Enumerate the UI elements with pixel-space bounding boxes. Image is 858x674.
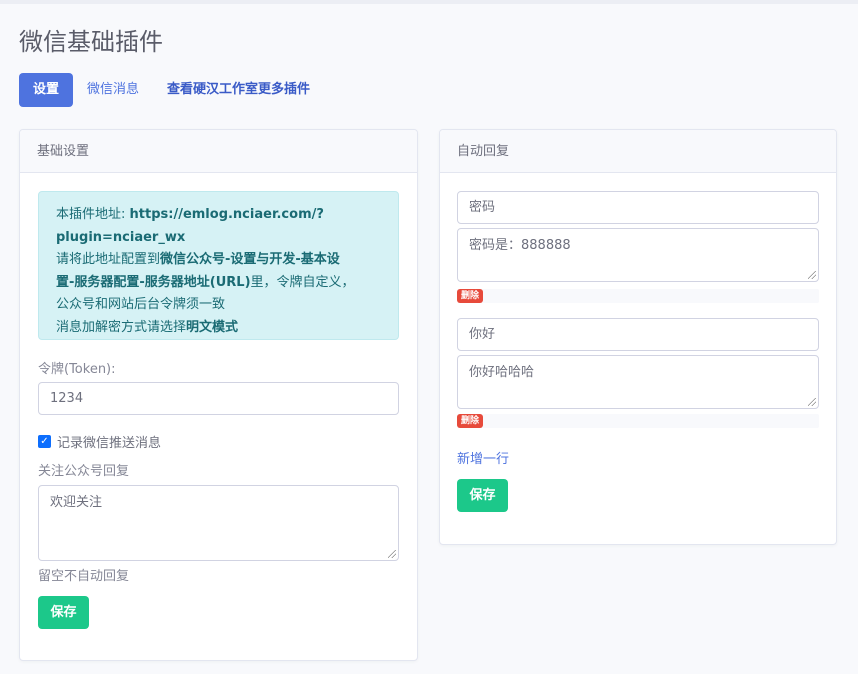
resize-grip-icon[interactable] [808,271,816,279]
alert-line-1: 本插件地址: https://emlog.nciaer.com/? [56,207,324,222]
resize-grip-icon[interactable] [388,550,396,558]
delete-row-button[interactable]: 删除 [457,289,484,303]
token-label: 令牌(Token): [38,362,116,377]
plugin-info-alert: 本插件地址: https://emlog.nciaer.com/? plugin… [38,191,399,340]
auto-reply-header: 自动回复 [440,130,836,173]
alert-line-3: 请将此地址配置到微信公众号-设置与开发-基本设 [56,252,340,267]
reply-textarea[interactable]: 你好哈哈哈 [457,355,819,409]
tab-wechat-messages[interactable]: 微信消息 [73,73,153,107]
delete-row-button[interactable]: 删除 [457,414,484,428]
add-row-link[interactable]: 新增一行 [457,448,509,467]
reply-textarea[interactable]: 密码是：888888 [457,228,819,282]
tab-bar: 设置 微信消息 查看硬汉工作室更多插件 [19,73,324,107]
tab-settings[interactable]: 设置 [19,73,74,107]
token-input[interactable]: 1234 [38,382,399,415]
page-title: 微信基础插件 [19,28,163,56]
keyword-input[interactable]: 你好 [457,318,819,351]
alert-line-2: plugin=nciaer_wx [56,229,186,245]
plugin-url: https://emlog.nciaer.com/? [129,207,324,222]
resize-grip-icon[interactable] [808,398,816,406]
follow-reply-label: 关注公众号回复 [38,464,130,479]
alert-line-6: 消息加解密方式请选择明文模式 [56,319,239,335]
auto-save-button[interactable]: 保存 [457,479,508,512]
keyword-input[interactable]: 密码 [457,191,819,224]
record-messages-checkbox[interactable]: ✓ [38,435,51,448]
follow-reply-help: 留空不自动回复 [38,569,130,584]
alert-line-5: 公众号和网站后台令牌须一致 [56,297,226,312]
auto-reply-card: 自动回复 密码 密码是：888888 删除 你好 你好哈哈哈 删除 新增一行 保… [439,129,837,545]
record-messages-row[interactable]: ✓ 记录微信推送消息 [38,432,161,451]
basic-settings-card: 基础设置 本插件地址: https://emlog.nciaer.com/? p… [19,129,418,661]
record-messages-label: 记录微信推送消息 [57,436,162,451]
tab-more-plugins[interactable]: 查看硬汉工作室更多插件 [153,73,324,107]
alert-line-4: 置-服务器配置-服务器地址(URL)里，令牌自定义， [56,274,355,290]
row-toolbar [457,414,819,428]
follow-reply-textarea[interactable]: 欢迎关注 [38,485,399,561]
basic-settings-header: 基础设置 [20,130,417,173]
row-toolbar [457,289,819,303]
basic-save-button[interactable]: 保存 [38,596,89,629]
top-bar [0,0,858,4]
